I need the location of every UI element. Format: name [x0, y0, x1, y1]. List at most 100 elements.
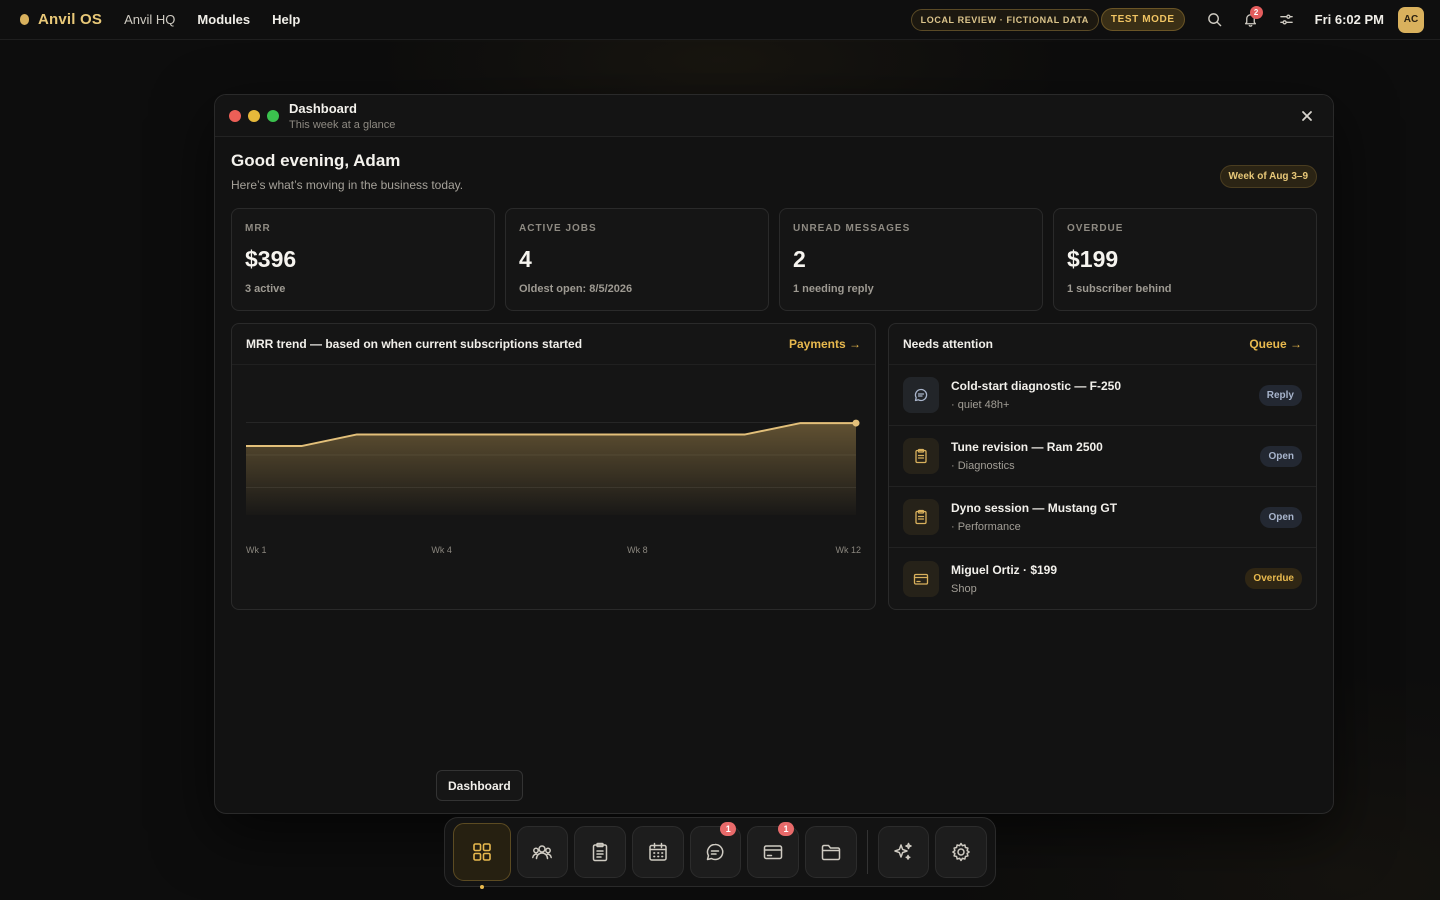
mrr-chart-svg	[246, 419, 860, 515]
brand-logo-icon	[20, 14, 29, 25]
clipboard-icon	[592, 842, 608, 862]
card-icon	[913, 573, 929, 585]
payments-link[interactable]: Payments →	[789, 337, 861, 351]
stat-card-mrr[interactable]: MRR $396 3 active	[231, 208, 495, 311]
minimize-window-light[interactable]	[248, 109, 260, 122]
attention-item[interactable]: Tune revision — Ram 2500 · Diagnostics O…	[889, 426, 1316, 487]
chat-icon	[707, 843, 724, 861]
stat-value: $199	[1067, 246, 1119, 272]
clock[interactable]: Fri 6:02 PM	[1315, 12, 1384, 27]
stat-label: ACTIVE JOBS	[519, 223, 597, 234]
nav-anvil-hq[interactable]: Anvil HQ	[124, 12, 175, 27]
folder-icon	[821, 844, 841, 861]
dock-separator	[866, 830, 868, 874]
close-window-light[interactable]	[229, 109, 241, 122]
nav-modules[interactable]: Modules	[197, 12, 250, 27]
gear-icon	[952, 842, 971, 862]
people-icon	[532, 845, 553, 860]
x-tick-label: Wk 4	[431, 545, 452, 555]
attention-title: Tune revision — Ram 2500	[951, 440, 1103, 454]
calendar-icon	[649, 842, 667, 861]
overdue-tag[interactable]: Overdue	[1245, 568, 1302, 589]
greeting: Good evening, Adam	[231, 151, 401, 170]
stat-note: Oldest open: 8/5/2026	[519, 283, 633, 295]
open-tag[interactable]: Open	[1260, 445, 1302, 467]
controls-button[interactable]	[1269, 6, 1305, 34]
attention-item[interactable]: Cold-start diagnostic — F-250 · quiet 48…	[889, 365, 1316, 426]
dock-calendar-button[interactable]	[631, 826, 684, 878]
dock-badge: 1	[720, 822, 737, 836]
search-icon	[1208, 13, 1222, 27]
dock-tooltip: Dashboard	[436, 770, 523, 801]
attention-title: Miguel Ortiz · $199	[951, 562, 1058, 577]
panel-title: Needs attention	[903, 337, 994, 351]
dock-jobs-button[interactable]	[574, 826, 626, 878]
nav-help[interactable]: Help	[272, 12, 300, 27]
stat-label: OVERDUE	[1067, 223, 1124, 234]
attention-subtitle: · Performance	[951, 521, 1021, 533]
active-indicator	[479, 885, 484, 889]
dock-assistant-button[interactable]	[877, 826, 930, 878]
sliders-icon	[1280, 14, 1293, 25]
attention-item[interactable]: Miguel Ortiz · $199 Shop Overdue	[889, 548, 1316, 609]
window-controls	[229, 109, 279, 122]
dock-dashboard-button[interactable]	[453, 823, 511, 889]
stat-card-active-jobs[interactable]: ACTIVE JOBS 4 Oldest open: 8/5/2026	[505, 208, 769, 311]
window-title: Dashboard	[289, 100, 357, 116]
sparkle-icon	[894, 842, 913, 860]
stat-value: 2	[793, 246, 806, 272]
dock-badge: 1	[777, 822, 794, 836]
stat-card-unread-messages[interactable]: UNREAD MESSAGES 2 1 needing reply	[779, 208, 1043, 311]
mrr-trend-panel: MRR trend — based on when current subscr…	[231, 323, 876, 610]
stat-cards: MRR $396 3 active ACTIVE JOBS 4 Oldest o…	[231, 208, 1317, 311]
menu-bar: Anvil OS Anvil HQ Modules Help LOCAL REV…	[0, 0, 1440, 40]
close-icon	[1302, 110, 1312, 121]
mrr-chart	[232, 365, 875, 545]
brand[interactable]: Anvil OS	[20, 11, 102, 28]
dock-files-button[interactable]	[804, 826, 857, 878]
attention-title: Dyno session — Mustang GT	[951, 501, 1118, 515]
reply-tag[interactable]: Reply	[1258, 384, 1302, 406]
close-button[interactable]	[1295, 104, 1319, 128]
dock-messages-button[interactable]: 1	[689, 822, 742, 878]
needs-attention-panel: Needs attention Queue → Cold-start diagn…	[888, 323, 1317, 610]
open-tag[interactable]: Open	[1260, 506, 1302, 528]
stat-card-overdue[interactable]: OVERDUE $199 1 subscriber behind	[1053, 208, 1317, 311]
x-tick-label: Wk 1	[246, 545, 267, 555]
local-review-pill: LOCAL REVIEW · FICTIONAL DATA	[910, 8, 1099, 31]
window-subtitle: This week at a glance	[289, 118, 396, 131]
stat-label: MRR	[245, 223, 271, 234]
notifications-button[interactable]: 2	[1233, 5, 1269, 34]
clipboard-icon	[915, 509, 927, 525]
stat-note: 3 active	[245, 283, 286, 295]
avatar[interactable]: AC	[1398, 6, 1424, 33]
search-button[interactable]	[1197, 6, 1233, 34]
card-icon	[763, 845, 783, 860]
test-mode-pill[interactable]: TEST MODE	[1100, 8, 1185, 31]
grid-icon	[473, 843, 491, 861]
chat-icon	[914, 388, 928, 402]
queue-link[interactable]: Queue →	[1249, 337, 1302, 351]
x-tick-label: Wk 8	[627, 545, 648, 555]
attention-title: Cold-start diagnostic — F-250	[951, 379, 1122, 393]
stat-value: 4	[519, 246, 532, 272]
stat-label: UNREAD MESSAGES	[793, 223, 911, 234]
dashboard-window: Dashboard This week at a glance Good eve…	[214, 94, 1334, 814]
maximize-window-light[interactable]	[267, 109, 279, 122]
clipboard-icon	[915, 448, 927, 464]
x-axis-ticks: Wk 1 Wk 4 Wk 8 Wk 12	[246, 545, 861, 561]
notification-badge: 2	[1249, 5, 1263, 19]
week-badge: Week of Aug 3–9	[1219, 165, 1317, 188]
stat-value: $396	[245, 246, 297, 272]
dock-people-button[interactable]	[516, 826, 569, 878]
mrr-area	[246, 423, 856, 515]
greeting-subtitle: Here’s what’s moving in the business tod…	[231, 178, 464, 192]
x-tick-label: Wk 12	[835, 545, 861, 555]
attention-item[interactable]: Dyno session — Mustang GT · Performance …	[889, 487, 1316, 548]
dock-settings-button[interactable]	[935, 826, 987, 878]
mrr-last-point[interactable]	[852, 419, 860, 427]
attention-subtitle: · Diagnostics	[951, 460, 1015, 472]
window-titlebar: Dashboard This week at a glance	[215, 95, 1333, 137]
dock-payments-button[interactable]: 1	[747, 822, 799, 878]
panel-title: MRR trend — based on when current subscr…	[246, 337, 583, 351]
